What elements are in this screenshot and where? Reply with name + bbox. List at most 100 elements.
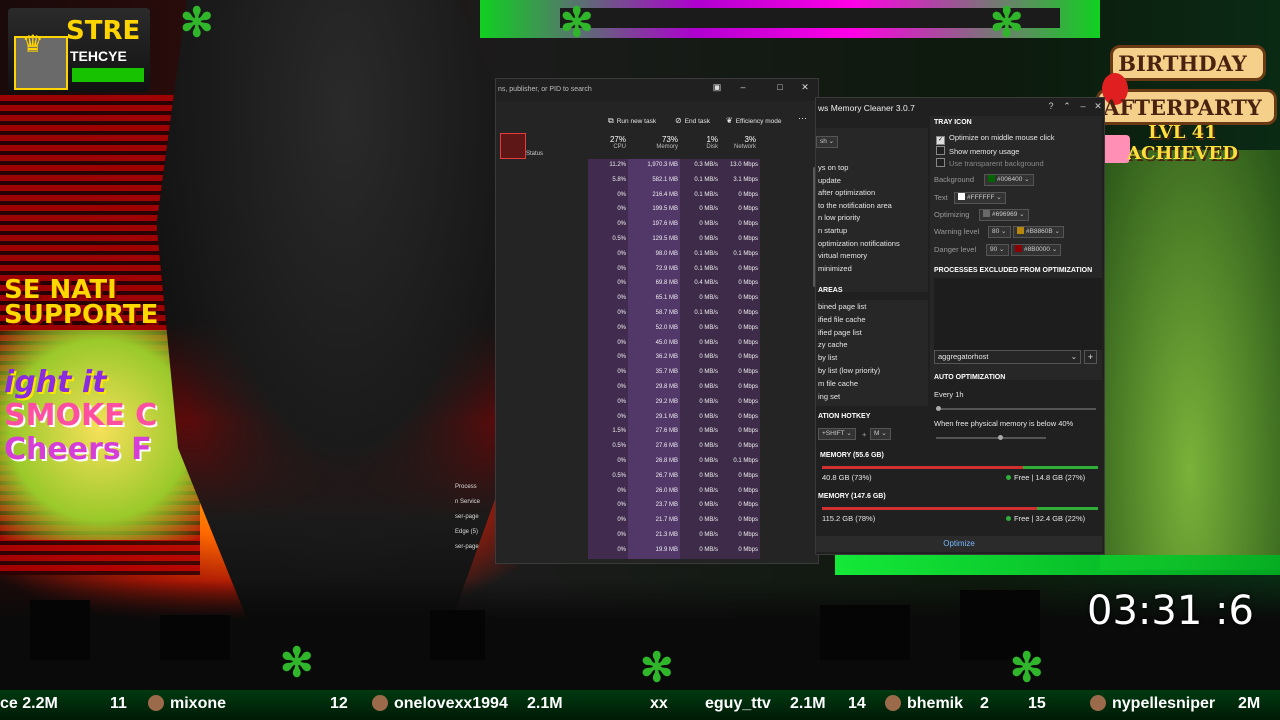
close-button[interactable]: ✕ bbox=[798, 82, 812, 93]
table-row[interactable]: 0% 197.6 MB 0 MB/s 0 Mbps bbox=[496, 218, 818, 233]
auto-interval-slider[interactable] bbox=[936, 406, 1096, 411]
settings-option[interactable]: after optimization bbox=[818, 188, 875, 197]
table-cell: 0 MB/s bbox=[699, 235, 718, 242]
auto-threshold-slider[interactable] bbox=[936, 435, 1046, 440]
table-row[interactable]: 0% 199.5 MB 0 MB/s 0 Mbps bbox=[496, 203, 818, 219]
area-option[interactable]: ified file cache bbox=[818, 315, 866, 324]
area-option[interactable]: zy cache bbox=[818, 340, 848, 349]
table-row[interactable]: 0% 36.2 MB 0 MB/s 0 Mbps bbox=[496, 351, 818, 367]
table-row[interactable]: 0% 69.8 MB 0.4 MB/s 0 Mbps bbox=[496, 277, 818, 293]
tray-option[interactable]: ✓ Optimize on middle mouse click bbox=[936, 133, 1054, 145]
table-row[interactable]: 0% 98.0 MB 0.1 MB/s 0.1 Mbps bbox=[496, 247, 818, 263]
danger-color-dropdown[interactable]: #8B0000 ⌄ bbox=[1011, 244, 1062, 256]
efficiency-mode-button[interactable]: ❦ Efficiency mode bbox=[726, 116, 781, 125]
settings-option[interactable]: update bbox=[818, 176, 841, 185]
table-row[interactable]: 0% 23.7 MB 0 MB/s 0 Mbps bbox=[496, 499, 818, 515]
memory-column-header[interactable]: 73% Memory bbox=[638, 135, 678, 150]
ticker-text: mixone bbox=[170, 695, 227, 712]
tray-option[interactable]: Show memory usage bbox=[936, 145, 1019, 156]
disk-column-header[interactable]: 1% Disk bbox=[678, 135, 718, 150]
settings-option[interactable]: optimization notifications bbox=[818, 239, 900, 248]
minimize-button[interactable]: – bbox=[736, 82, 750, 92]
table-row[interactable]: 0% 35.7 MB 0 MB/s 0 Mbps bbox=[496, 366, 818, 381]
table-row[interactable]: 0% 29.8 MB 0 MB/s 0 Mbps bbox=[496, 380, 818, 396]
slider-knob[interactable] bbox=[998, 435, 1003, 440]
warning-level-dropdown[interactable]: 80 ⌄ bbox=[988, 226, 1011, 238]
settings-option[interactable]: n startup bbox=[818, 226, 847, 235]
minimize-button[interactable]: – bbox=[1076, 101, 1090, 111]
checkbox[interactable] bbox=[936, 145, 945, 155]
table-row[interactable]: 0% 29.1 MB 0 MB/s 0 Mbps bbox=[496, 410, 818, 426]
table-row[interactable]: 0% 58.7 MB 0.1 MB/s 0 Mbps bbox=[496, 306, 818, 322]
color-dropdown[interactable]: #FFFFFF ⌄ bbox=[954, 191, 1006, 204]
end-task-button[interactable]: ⊘ End task bbox=[675, 116, 710, 125]
close-button[interactable]: ✕ bbox=[1091, 101, 1104, 112]
area-option[interactable]: ified page list bbox=[818, 328, 862, 337]
neon-top-inner bbox=[560, 8, 1060, 28]
settings-option[interactable]: to the notification area bbox=[818, 201, 892, 210]
table-row[interactable]: 1.5% 27.6 MB 0 MB/s 0 Mbps bbox=[496, 425, 818, 441]
table-row[interactable]: 0% 21.7 MB 0 MB/s 0 Mbps bbox=[496, 514, 818, 529]
settings-option[interactable]: virtual memory bbox=[818, 251, 867, 260]
checkbox[interactable] bbox=[936, 158, 945, 168]
cpu-column-header[interactable]: 27% CPU bbox=[586, 135, 626, 150]
table-row[interactable]: 0.5% 129.5 MB 0 MB/s 0 Mbps bbox=[496, 232, 818, 248]
color-setting-label: Background bbox=[934, 175, 975, 184]
table-cell: 0% bbox=[617, 517, 626, 524]
network-label: Network bbox=[733, 144, 756, 150]
search-input[interactable]: ns, publisher, or PID to search bbox=[498, 86, 798, 93]
checkbox[interactable]: ✓ bbox=[936, 136, 945, 145]
settings-option[interactable]: ys on top bbox=[818, 163, 848, 172]
table-row[interactable]: 0% 65.1 MB 0 MB/s 0 Mbps bbox=[496, 292, 818, 307]
collapse-icon[interactable]: ⌃ bbox=[1060, 101, 1074, 112]
area-option[interactable]: by list bbox=[818, 353, 837, 362]
language-dropdown[interactable]: sh ⌄ bbox=[816, 136, 839, 148]
optimize-button[interactable]: Optimize bbox=[816, 536, 1102, 552]
run-new-task-label: Run new task bbox=[616, 118, 657, 125]
maximize-button[interactable]: □ bbox=[773, 82, 787, 92]
settings-option[interactable]: minimized bbox=[818, 264, 852, 273]
warning-color-dropdown[interactable]: #B8860B ⌄ bbox=[1013, 226, 1065, 238]
excluded-process-select[interactable]: aggregatorhost ⌄ bbox=[934, 350, 1081, 364]
settings-option[interactable]: n low priority bbox=[818, 213, 860, 222]
ticker-text: 12 bbox=[330, 695, 348, 712]
table-row[interactable]: 0% 19.9 MB 0 MB/s 0 Mbps bbox=[496, 543, 818, 559]
network-column-header[interactable]: 3% Network bbox=[716, 135, 756, 150]
ticker-text: eguy_ttv bbox=[705, 695, 771, 712]
excluded-processes-list[interactable] bbox=[934, 278, 1102, 350]
table-cell: 0 MB/s bbox=[699, 457, 718, 464]
table-row[interactable]: 0% 45.0 MB 0 MB/s 0 Mbps bbox=[496, 336, 818, 352]
table-row[interactable]: 0% 52.0 MB 0 MB/s 0 Mbps bbox=[496, 321, 818, 337]
pin-icon[interactable]: ▣ bbox=[710, 82, 724, 93]
table-row[interactable]: 0.5% 27.6 MB 0 MB/s 0 Mbps bbox=[496, 440, 818, 455]
table-row[interactable]: 0% 21.3 MB 0 MB/s 0 Mbps bbox=[496, 528, 818, 544]
table-cell: 0 Mbps bbox=[738, 354, 758, 361]
more-options-button[interactable]: ⋯ bbox=[798, 113, 807, 124]
table-row[interactable]: 0.5% 26.7 MB 0 MB/s 0 Mbps bbox=[496, 469, 818, 485]
hotkey-modifier-dropdown[interactable]: +SHIFT ⌄ bbox=[818, 428, 856, 440]
run-new-task-button[interactable]: ⧉ Run new task bbox=[608, 116, 656, 126]
danger-level-dropdown[interactable]: 90 ⌄ bbox=[986, 244, 1009, 256]
color-dropdown[interactable]: #696969 ⌄ bbox=[979, 209, 1029, 221]
table-row[interactable]: 0% 216.4 MB 0.1 MB/s 0 Mbps bbox=[496, 188, 818, 204]
table-row[interactable]: 0% 29.2 MB 0 MB/s 0 Mbps bbox=[496, 395, 818, 411]
tray-option[interactable]: Use transparent background bbox=[936, 158, 1044, 168]
table-row[interactable]: 0% 72.9 MB 0.1 MB/s 0 Mbps bbox=[496, 262, 818, 278]
hotkey-key-dropdown[interactable]: M ⌄ bbox=[870, 428, 891, 440]
physical-free-value: Free | 14.8 GB (27%) bbox=[1014, 473, 1086, 482]
table-row[interactable]: 0% 26.0 MB 0 MB/s 0 Mbps bbox=[496, 484, 818, 500]
area-option[interactable]: m file cache bbox=[818, 379, 858, 388]
area-option[interactable]: bined page list bbox=[818, 302, 866, 311]
area-option[interactable]: ing set bbox=[818, 392, 840, 401]
help-icon[interactable]: ? bbox=[1044, 101, 1058, 111]
color-dropdown[interactable]: #006400 ⌄ bbox=[984, 174, 1034, 186]
supporter-ticker: ce 2.2M 11 mixone 12 onelovexx1994 2.1M xx eguy… bbox=[0, 690, 1280, 720]
add-excluded-button[interactable]: + bbox=[1084, 350, 1097, 364]
table-row[interactable]: 11.2% 1,970.3 MB 0.3 MB/s 13.0 Mbps bbox=[496, 159, 818, 174]
slider-knob[interactable] bbox=[936, 406, 941, 411]
table-row[interactable]: 5.8% 582.1 MB 0.1 MB/s 3.1 Mbps bbox=[496, 173, 818, 189]
ticker-item: mixone bbox=[148, 695, 226, 713]
area-option[interactable]: by list (low priority) bbox=[818, 366, 880, 375]
table-row[interactable]: 0% 26.8 MB 0 MB/s 0.1 Mbps bbox=[496, 454, 818, 470]
table-cell: 0% bbox=[617, 280, 626, 287]
